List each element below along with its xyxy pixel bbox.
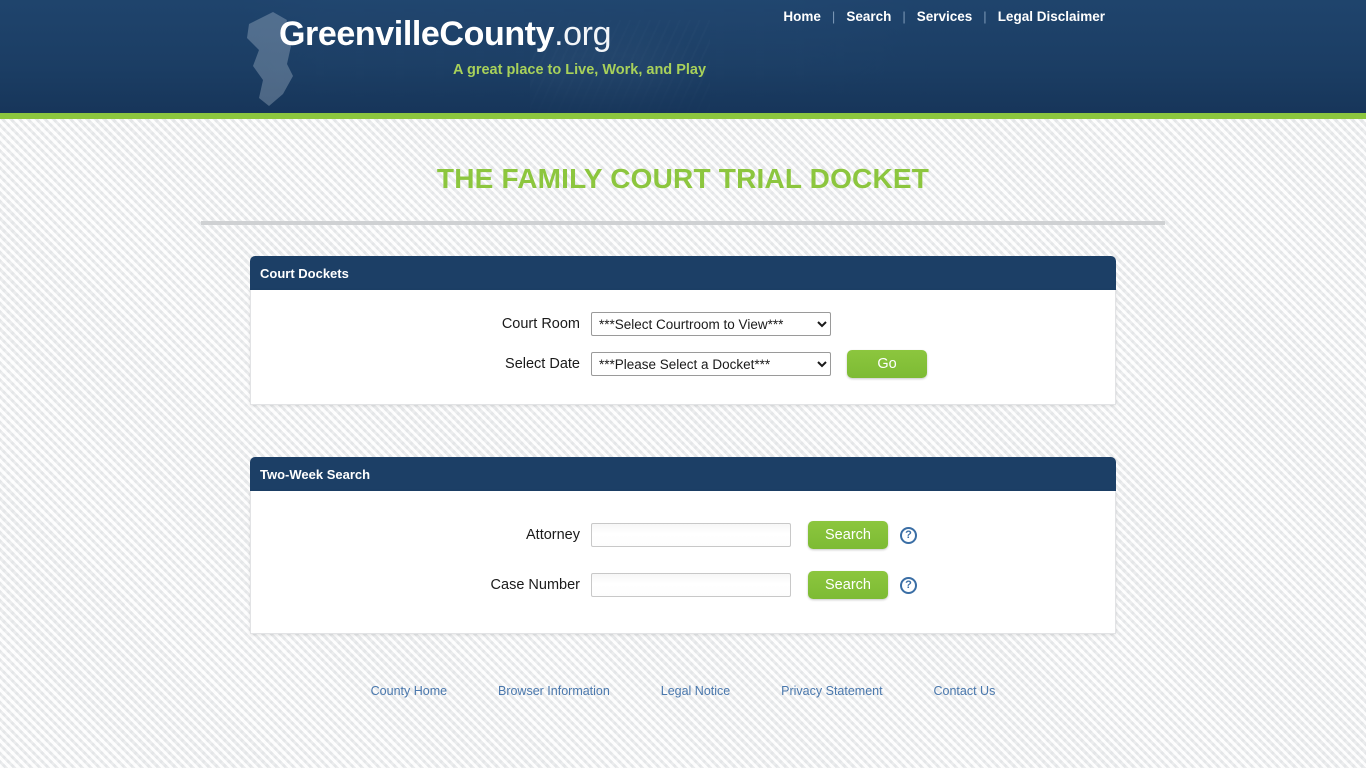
two-week-search-panel: Two-Week Search Attorney Search ? Case N…: [250, 457, 1116, 634]
nav-item-search[interactable]: Search: [835, 9, 902, 24]
select-date-select[interactable]: ***Please Select a Docket***: [591, 352, 831, 376]
select-date-label: Select Date: [505, 356, 580, 372]
case-number-label: Case Number: [490, 577, 580, 593]
attorney-row: Attorney Search ?: [251, 521, 1115, 549]
footer-link-contact-us[interactable]: Contact Us: [929, 684, 1001, 698]
nav-item-home[interactable]: Home: [772, 9, 832, 24]
court-room-row: Court Room ***Select Courtroom to View**…: [251, 312, 1115, 336]
site-tagline: A great place to Live, Work, and Play: [453, 62, 707, 78]
case-number-row: Case Number Search ?: [251, 571, 1115, 599]
two-week-search-panel-header: Two-Week Search: [250, 457, 1116, 491]
nav-item-legal-disclaimer[interactable]: Legal Disclaimer: [987, 9, 1116, 24]
brand-logo[interactable]: GreenvilleCounty.org: [279, 15, 612, 54]
attorney-help-icon[interactable]: ?: [900, 526, 917, 544]
brand-tld: .org: [554, 15, 612, 53]
attorney-search-button[interactable]: Search: [808, 521, 888, 549]
attorney-label: Attorney: [526, 527, 580, 543]
case-number-help-icon[interactable]: ?: [900, 576, 917, 594]
site-header: GreenvilleCounty.org A great place to Li…: [0, 0, 1366, 113]
case-number-search-button[interactable]: Search: [808, 571, 888, 599]
footer-link-legal-notice[interactable]: Legal Notice: [656, 684, 736, 698]
nav-item-services[interactable]: Services: [906, 9, 984, 24]
two-week-search-panel-title: Two-Week Search: [260, 466, 371, 482]
court-dockets-panel: Court Dockets Court Room ***Select Court…: [250, 256, 1116, 405]
page-content: THE FAMILY COURT TRIAL DOCKET Court Dock…: [0, 119, 1366, 700]
go-button[interactable]: Go: [847, 350, 927, 378]
title-divider: [201, 221, 1165, 225]
top-navigation: Home | Search | Services | Legal Disclai…: [772, 9, 1116, 24]
page-title: THE FAMILY COURT TRIAL DOCKET: [436, 163, 930, 194]
footer-link-county-home[interactable]: County Home: [366, 684, 452, 698]
case-number-input[interactable]: [591, 573, 791, 597]
select-date-row: Select Date ***Please Select a Docket***…: [251, 350, 1115, 378]
court-room-label: Court Room: [501, 316, 580, 332]
court-dockets-panel-header: Court Dockets: [250, 256, 1116, 290]
court-room-select[interactable]: ***Select Courtroom to View***: [591, 312, 831, 336]
court-dockets-panel-title: Court Dockets: [260, 265, 349, 281]
footer-link-browser-information[interactable]: Browser Information: [493, 684, 615, 698]
site-footer: County Home Browser Information Legal No…: [0, 682, 1366, 700]
attorney-input[interactable]: [591, 523, 791, 547]
brand-name: GreenvilleCounty: [279, 15, 555, 53]
footer-link-privacy-statement[interactable]: Privacy Statement: [776, 684, 887, 698]
